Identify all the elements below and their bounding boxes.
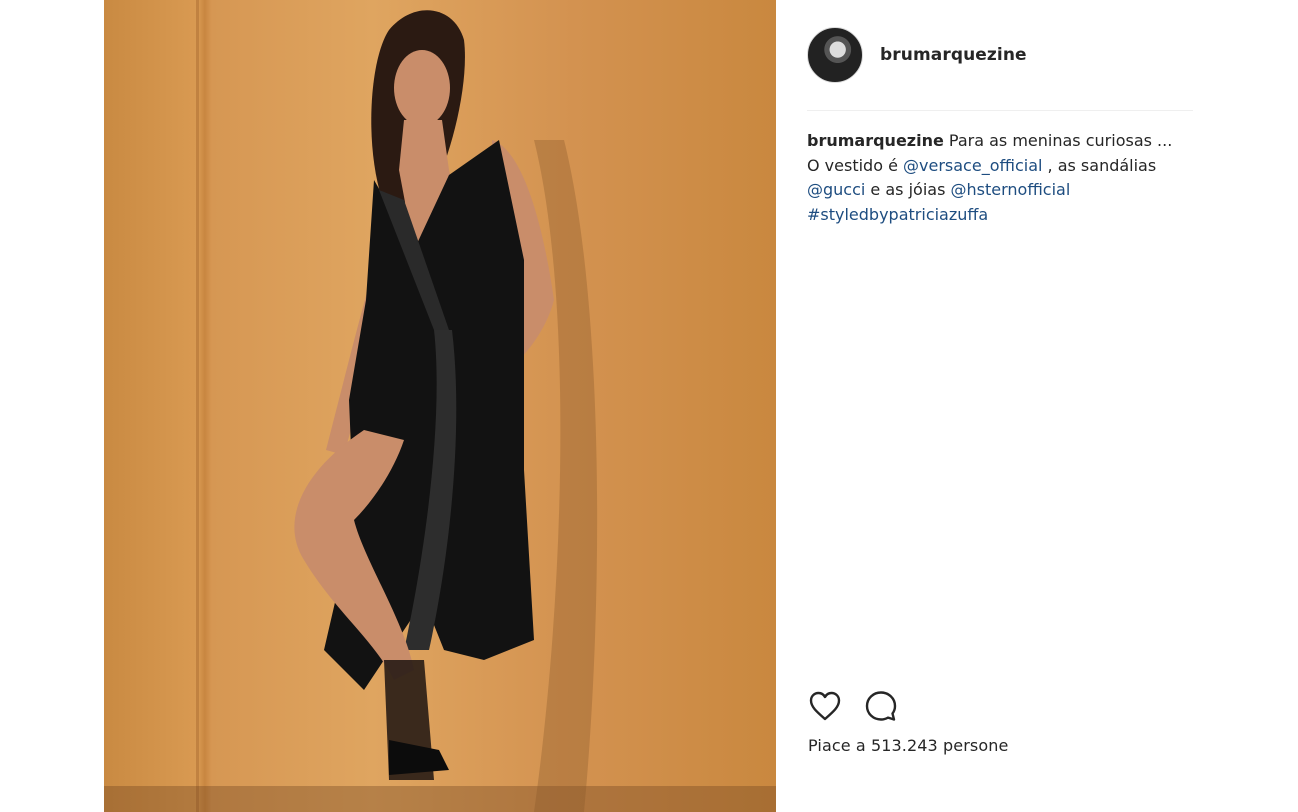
caption-line-1: brumarquezine Para as meninas curiosas .… — [807, 129, 1199, 154]
caption-text-2a: O vestido é — [807, 155, 904, 175]
username-link[interactable]: brumarquezine — [880, 45, 1027, 65]
avatar[interactable] — [807, 27, 863, 83]
caption-line-4: #styledbypatriciazuffa — [807, 203, 1199, 228]
photo-illustration — [104, 0, 776, 812]
mention-hstern[interactable]: @hsternofficial — [951, 180, 1071, 199]
post-caption: brumarquezine Para as meninas curiosas .… — [807, 129, 1199, 227]
speech-bubble-icon[interactable] — [863, 688, 899, 724]
mention-versace[interactable]: @versace_official — [903, 156, 1042, 175]
likes-count[interactable]: Piace a 513.243 persone — [808, 736, 1008, 755]
divider — [807, 110, 1193, 111]
hashtag-link[interactable]: #styledbypatriciazuffa — [807, 205, 988, 224]
caption-text-1: Para as meninas curiosas ... — [943, 131, 1173, 150]
post-actions — [807, 688, 899, 724]
caption-text-3: e as jóias — [865, 180, 951, 199]
mention-gucci[interactable]: @gucci — [807, 180, 865, 199]
caption-text-2b: , as sandálias — [1042, 155, 1157, 175]
caption-line-3: @gucci e as jóias @hsternofficial — [807, 178, 1199, 203]
post-sidebar: brumarquezine brumarquezine Para as meni… — [776, 0, 1298, 812]
caption-line-2: O vestido é @versace_official , as sandá… — [807, 154, 1199, 179]
caption-username[interactable]: brumarquezine — [807, 131, 944, 150]
post-photo[interactable] — [104, 0, 776, 812]
post-header: brumarquezine — [807, 27, 1027, 83]
heart-outline-icon[interactable] — [807, 688, 843, 724]
